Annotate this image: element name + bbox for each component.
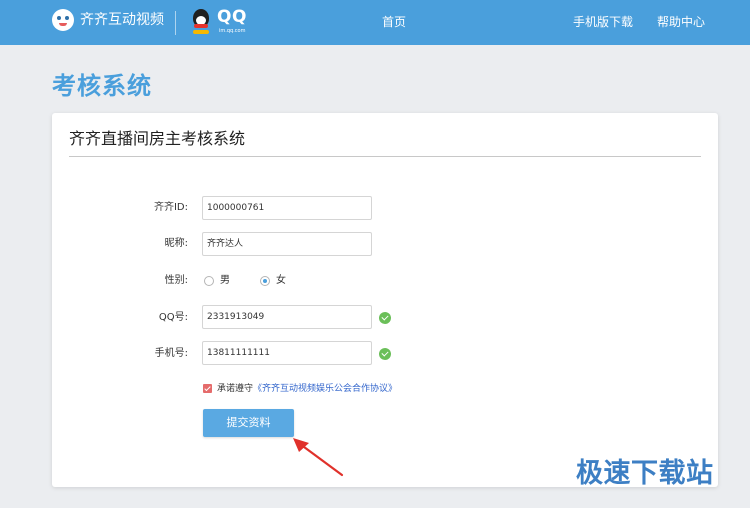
qq-number-input[interactable]: 2331913049 xyxy=(202,305,372,329)
nickname-input[interactable]: 齐齐达人 xyxy=(202,232,372,256)
gender-male-radio[interactable] xyxy=(204,276,214,286)
qq-penguin-icon[interactable] xyxy=(191,9,211,35)
top-navbar: 齐齐互动视频 QQ im.qq.com 首页 手机版下载 帮助中心 xyxy=(0,0,750,45)
gender-label: 性别: xyxy=(164,275,188,286)
title-divider xyxy=(69,156,701,157)
mascot-logo-icon xyxy=(52,9,74,31)
phone-valid-check-icon xyxy=(379,348,391,360)
annotation-arrow-icon xyxy=(293,438,344,477)
phone-label: 手机号: xyxy=(154,348,188,359)
brand-divider xyxy=(175,11,176,35)
watermark-text: 极速下载站 xyxy=(576,458,714,489)
id-input-value: 1000000761 xyxy=(207,203,265,213)
nav-mobile-download-link[interactable]: 手机版下载 xyxy=(573,13,633,31)
gender-male-label[interactable]: 男 xyxy=(220,274,230,288)
submit-button[interactable]: 提交资料 xyxy=(203,409,294,437)
brand-name: 齐齐互动视频 xyxy=(80,12,164,28)
agreement-text: 承诺遵守《齐齐互动视频娱乐公会合作协议》 xyxy=(217,382,397,396)
qq-logo-text[interactable]: QQ xyxy=(217,6,247,28)
qq-logo-url: im.qq.com xyxy=(219,28,246,34)
qq-number-input-value: 2331913049 xyxy=(207,312,265,322)
id-label: 齐齐ID: xyxy=(153,202,188,213)
agreement-checkbox[interactable] xyxy=(203,384,212,393)
brand-link[interactable]: 齐齐互动视频 xyxy=(52,9,164,31)
phone-input[interactable]: 13811111111 xyxy=(202,341,372,365)
phone-input-value: 13811111111 xyxy=(207,348,270,358)
gender-female-label[interactable]: 女 xyxy=(276,274,286,288)
agreement-link[interactable]: 《齐齐互动视频娱乐公会合作协议》 xyxy=(253,384,397,394)
qq-valid-check-icon xyxy=(379,312,391,324)
nav-help-center-link[interactable]: 帮助中心 xyxy=(657,13,705,31)
nickname-input-value: 齐齐达人 xyxy=(207,239,244,249)
nav-home-link[interactable]: 首页 xyxy=(382,13,406,31)
form-card: 齐齐直播间房主考核系统 xyxy=(52,113,718,487)
nickname-label: 昵称: xyxy=(164,238,188,249)
agreement-prefix: 承诺遵守 xyxy=(217,384,254,394)
page-title: 考核系统 xyxy=(52,72,152,100)
gender-female-radio[interactable] xyxy=(260,276,270,286)
qq-number-label: QQ号: xyxy=(158,312,188,323)
form-title: 齐齐直播间房主考核系统 xyxy=(69,129,246,148)
id-input[interactable]: 1000000761 xyxy=(202,196,372,220)
